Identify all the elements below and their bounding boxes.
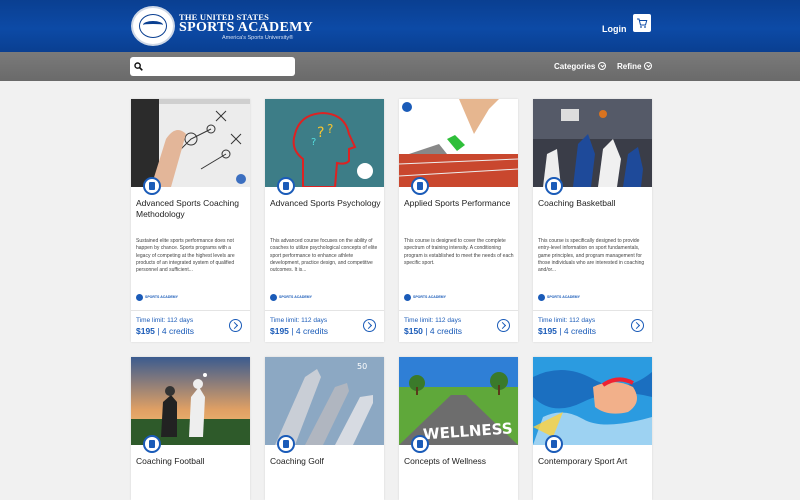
course-card[interactable]: Coaching Football (131, 357, 250, 500)
chevron-down-icon (598, 62, 607, 70)
academy-small-logo: SPORTS ACADEMY (136, 294, 178, 301)
search-box[interactable] (130, 57, 295, 76)
course-image-coaching-methodology[interactable] (131, 99, 250, 187)
price-credits: $195 | 4 credits (270, 326, 328, 336)
course-title[interactable]: Coaching Football (136, 456, 248, 467)
time-limit: Time limit: 112 days (538, 317, 596, 324)
course-image-basketball[interactable] (533, 99, 652, 187)
course-badge-icon (143, 435, 161, 453)
course-title[interactable]: Advanced Sports Psychology (270, 198, 382, 209)
search-icon (134, 62, 143, 71)
categories-label: Categories (554, 62, 596, 71)
chevron-down-icon (644, 62, 653, 70)
academy-small-logo: SPORTS ACADEMY (538, 294, 580, 301)
course-badge-icon (277, 177, 295, 195)
course-title[interactable]: Concepts of Wellness (404, 456, 516, 467)
course-badge-icon (545, 435, 563, 453)
course-badge-icon (411, 435, 429, 453)
time-limit: Time limit: 112 days (404, 317, 462, 324)
course-card[interactable]: Contemporary Sport Art (533, 357, 652, 500)
course-image-applied-performance[interactable] (399, 99, 518, 187)
divider (131, 310, 250, 311)
course-card[interactable]: Coaching Basketball This course is speci… (533, 99, 652, 342)
cart-icon (637, 18, 648, 28)
course-description: This course is specifically designed to … (538, 238, 645, 274)
academy-small-logo: SPORTS ACADEMY (270, 294, 312, 301)
time-limit: Time limit: 112 days (136, 317, 194, 324)
chevron-right-icon[interactable] (631, 319, 644, 332)
logo-line-2[interactable]: SPORTS ACADEMY (179, 20, 313, 36)
price-credits: $195 | 4 credits (538, 326, 596, 336)
course-image-football[interactable] (131, 357, 250, 445)
academy-small-logo: SPORTS ACADEMY (404, 294, 446, 301)
site-header: THE UNITED STATES SPORTS ACADEMY America… (0, 0, 800, 52)
course-title[interactable]: Applied Sports Performance (404, 198, 516, 209)
categories-dropdown[interactable]: Categories (554, 62, 607, 71)
chevron-right-icon[interactable] (363, 319, 376, 332)
svg-text:50: 50 (357, 362, 367, 371)
course-title[interactable]: Coaching Golf (270, 456, 382, 467)
refine-label: Refine (617, 62, 642, 71)
logo-tagline: America's Sports University® (222, 35, 294, 41)
course-badge-icon (545, 177, 563, 195)
course-description: Sustained elite sports performance does … (136, 238, 235, 274)
course-image-sport-art[interactable] (533, 357, 652, 445)
course-description: This course is designed to cover the com… (404, 238, 514, 266)
course-title[interactable]: Advanced Sports Coaching Methodology (136, 198, 248, 219)
course-image-sports-psychology[interactable]: ? ? ? (265, 99, 384, 187)
refine-dropdown[interactable]: Refine (617, 62, 653, 71)
course-card[interactable]: 50 Coaching Golf (265, 357, 384, 500)
login-link[interactable]: Login (602, 24, 627, 34)
course-image-golf[interactable]: 50 (265, 357, 384, 445)
time-limit: Time limit: 112 days (270, 317, 328, 324)
divider (533, 310, 652, 311)
course-title[interactable]: Coaching Basketball (538, 198, 650, 209)
course-badge-icon (277, 435, 295, 453)
chevron-right-icon[interactable] (229, 319, 242, 332)
academy-seal-logo[interactable] (131, 6, 175, 46)
divider (265, 310, 384, 311)
svg-text:?: ? (311, 137, 316, 148)
course-card[interactable]: WELLNESS Concepts of Wellness (399, 357, 518, 500)
course-card[interactable]: ? ? ? Advanced Sports Psychology This ad… (265, 99, 384, 342)
chevron-right-icon[interactable] (497, 319, 510, 332)
cart-button[interactable] (633, 14, 651, 32)
course-badge-icon (411, 177, 429, 195)
search-input[interactable] (146, 59, 291, 74)
course-card[interactable]: Applied Sports Performance This course i… (399, 99, 518, 342)
course-image-wellness[interactable]: WELLNESS (399, 357, 518, 445)
price-credits: $150 | 4 credits (404, 326, 462, 336)
svg-text:?: ? (317, 125, 324, 141)
divider (399, 310, 518, 311)
course-description: This advanced course focuses on the abil… (270, 238, 378, 274)
svg-text:?: ? (327, 122, 333, 136)
course-card[interactable]: Advanced Sports Coaching Methodology Sus… (131, 99, 250, 342)
course-title[interactable]: Contemporary Sport Art (538, 456, 650, 467)
price-credits: $195 | 4 credits (136, 326, 194, 336)
filter-toolbar (0, 52, 800, 81)
course-badge-icon (143, 177, 161, 195)
